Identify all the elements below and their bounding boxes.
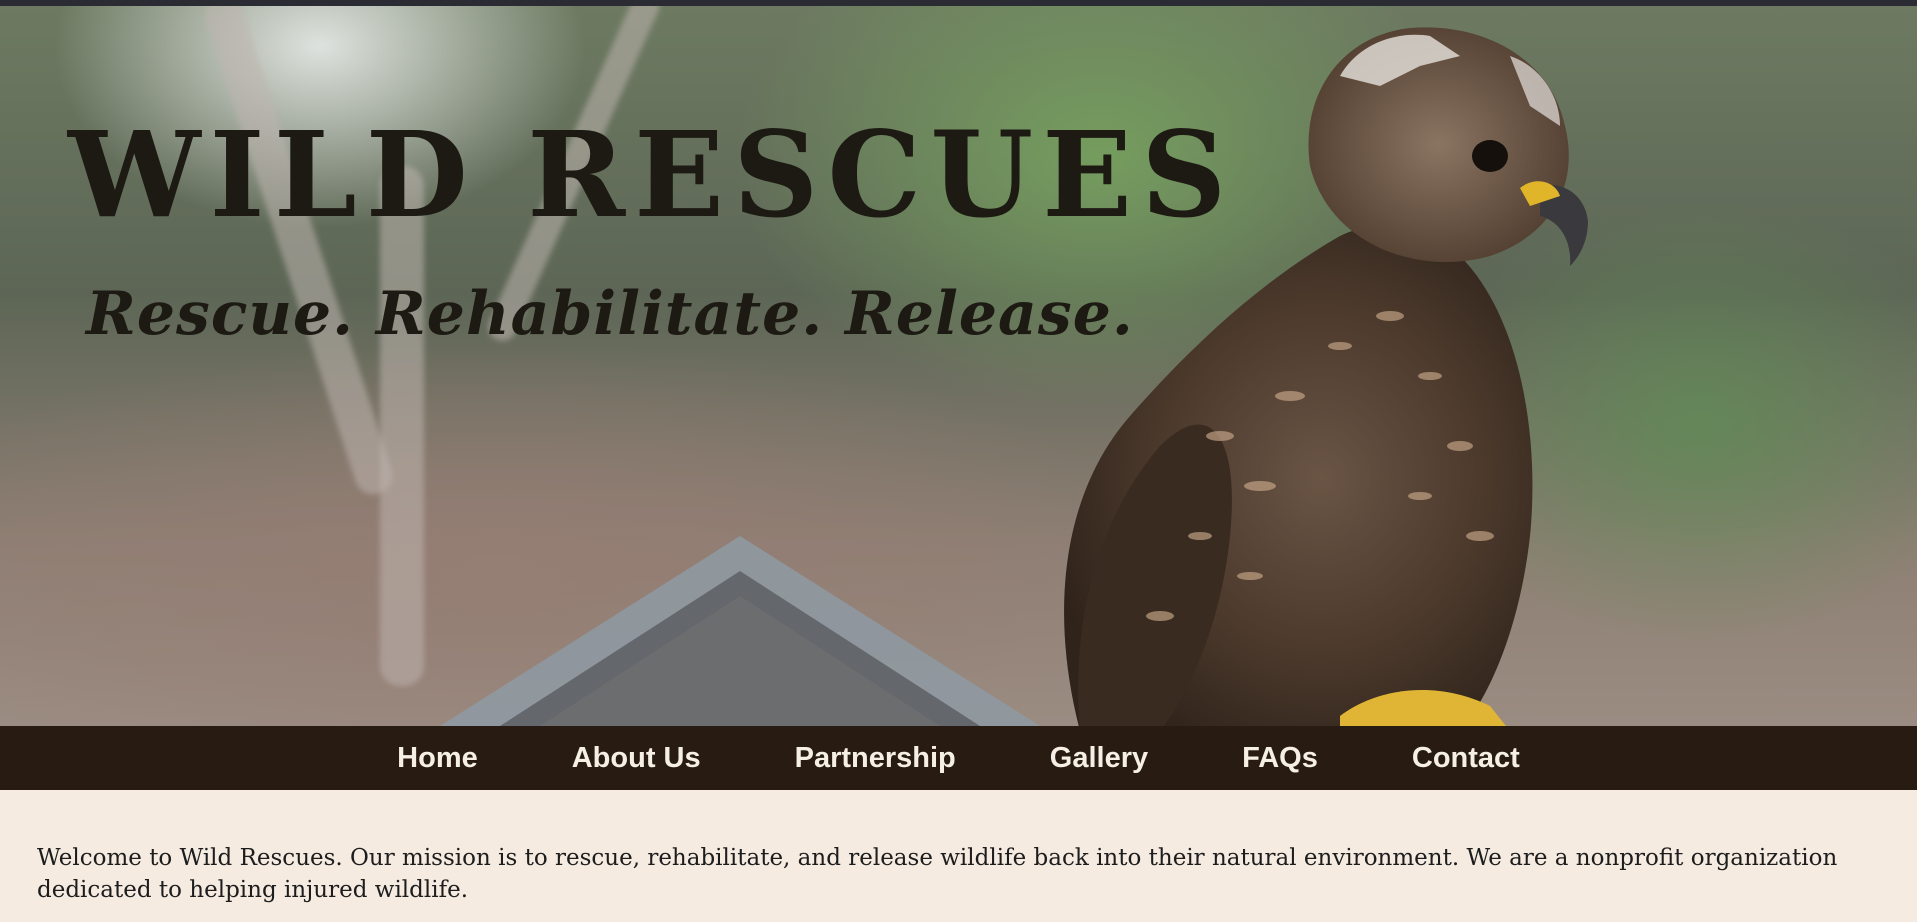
background-tree [200, 6, 398, 500]
nav-faqs[interactable]: FAQs [1242, 742, 1318, 775]
nav-about-us[interactable]: About Us [572, 742, 701, 775]
background-tree [380, 166, 424, 686]
main-navigation: Home About Us Partnership Gallery FAQs C… [0, 726, 1917, 790]
site-title: WILD RESCUES [68, 105, 1236, 244]
nav-gallery[interactable]: Gallery [1050, 742, 1148, 775]
nav-home[interactable]: Home [397, 742, 478, 775]
nav-partnership[interactable]: Partnership [795, 742, 956, 775]
site-tagline: Rescue. Rehabilitate. Release. [86, 279, 1134, 349]
main-content: Welcome to Wild Rescues. Our mission is … [0, 790, 1917, 906]
hero-banner: WILD RESCUES Rescue. Rehabilitate. Relea… [0, 6, 1917, 726]
welcome-paragraph: Welcome to Wild Rescues. Our mission is … [37, 845, 1838, 903]
nav-contact[interactable]: Contact [1412, 742, 1520, 775]
shed-roof-image [440, 536, 1040, 726]
